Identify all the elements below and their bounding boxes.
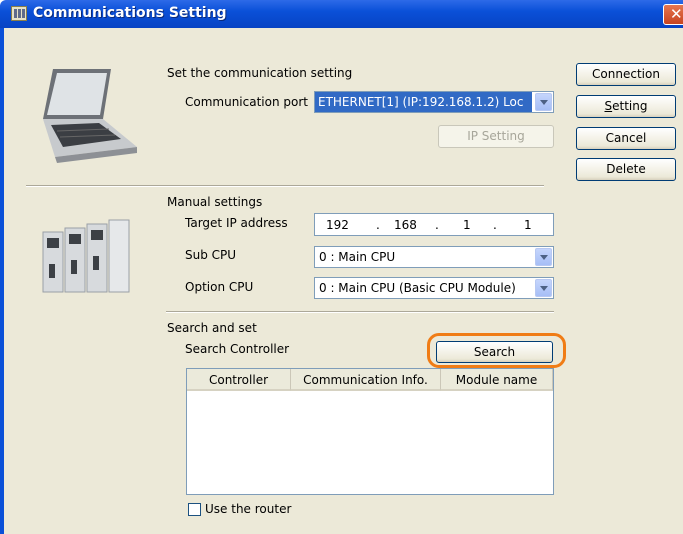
option-cpu-value: 0 : Main CPU (Basic CPU Module) [319,281,516,295]
sub-cpu-select[interactable]: 0 : Main CPU [314,246,554,268]
search-button[interactable]: Search [436,341,553,363]
close-button[interactable]: ✕ [663,4,683,25]
ip-dot-1: . [376,218,380,232]
setting-mnemonic: S [604,99,613,113]
delete-button[interactable]: Delete [576,158,676,181]
ip-setting-button[interactable]: IP Setting [438,125,554,148]
cancel-button[interactable]: Cancel [576,127,676,150]
app-icon [11,6,27,21]
section-divider [26,185,544,187]
chevron-down-icon[interactable] [535,93,552,111]
sub-cpu-value: 0 : Main CPU [319,250,396,264]
search-divider [166,311,554,313]
search-and-set-heading: Search and set [167,321,257,335]
column-header-communication-info[interactable]: Communication Info. [291,369,441,391]
title-bar[interactable]: Communications Setting ✕ [0,0,683,28]
communication-heading: Set the communication setting [167,66,353,80]
manual-settings-heading: Manual settings [167,195,263,209]
ip-octet-2: 168 [394,218,417,232]
target-ip-input[interactable]: 192 . 168 . 1 . 1 [314,213,554,236]
ip-octet-3: 1 [463,218,471,232]
close-icon: ✕ [670,5,683,23]
cpu-module-icon [42,219,130,293]
ip-dot-2: . [435,218,439,232]
chevron-down-icon[interactable] [535,279,552,297]
communication-port-label: Communication port [185,95,308,109]
column-header-module-name[interactable]: Module name [441,369,553,391]
communications-setting-window: Communications Setting ✕ Set the communi… [0,0,683,534]
search-controller-label: Search Controller [185,342,290,356]
ip-dot-3: . [493,218,497,232]
laptop-icon [43,69,137,163]
use-router-checkbox[interactable] [188,503,201,516]
option-cpu-select[interactable]: 0 : Main CPU (Basic CPU Module) [314,277,554,299]
sub-cpu-label: Sub CPU [185,248,237,262]
connection-button[interactable]: Connection [576,63,676,86]
chevron-down-icon[interactable] [535,248,552,266]
ip-octet-1: 192 [326,218,349,232]
use-router-label: Use the router [205,502,292,516]
controller-list[interactable]: Controller Communication Info. Module na… [186,368,554,495]
option-cpu-label: Option CPU [185,280,254,294]
column-header-controller[interactable]: Controller [187,369,291,391]
setting-button[interactable]: Setting [576,95,676,118]
communication-port-select[interactable]: ETHERNET[1] (IP:192.168.1.2) Loc [314,91,554,113]
dialog-body: Set the communication setting Communicat… [4,28,683,534]
communication-port-value: ETHERNET[1] (IP:192.168.1.2) Loc [315,92,532,112]
setting-label-rest: etting [612,99,648,113]
target-ip-label: Target IP address [185,216,288,230]
ip-octet-4: 1 [524,218,532,232]
window-title: Communications Setting [33,5,227,21]
